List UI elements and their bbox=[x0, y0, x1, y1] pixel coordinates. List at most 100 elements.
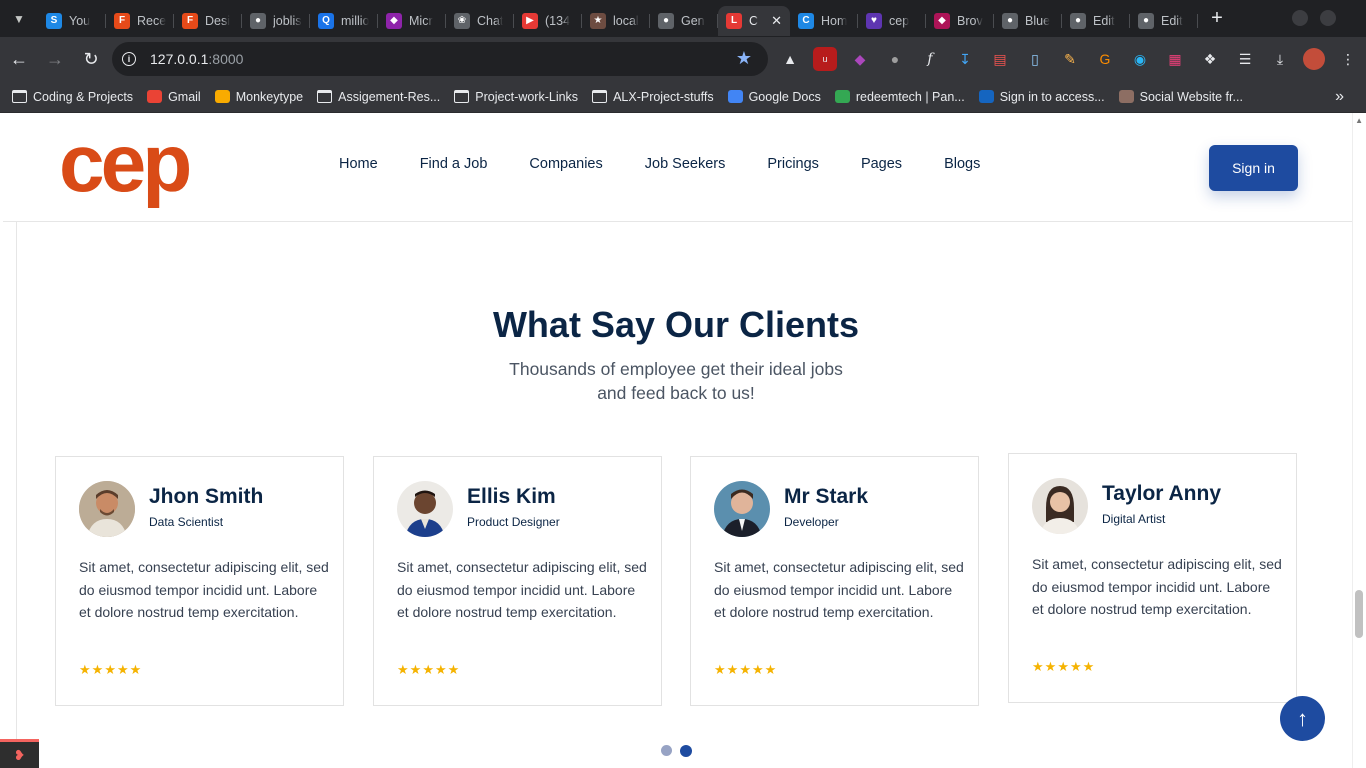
avatar bbox=[397, 481, 453, 537]
browser-tab[interactable]: ● Blue bbox=[994, 6, 1062, 36]
tab-favicon-icon: L bbox=[726, 12, 742, 29]
star-rating: ★ ★ ★ ★ ★ bbox=[79, 662, 141, 678]
bookmark-item[interactable]: Coding & Projects bbox=[12, 90, 133, 104]
browser-tab[interactable]: ♥ cep bbox=[858, 6, 926, 36]
browser-tab[interactable]: F Rece bbox=[106, 6, 174, 36]
avatar bbox=[1032, 478, 1088, 534]
media-queue-icon[interactable]: ☰ bbox=[1233, 47, 1257, 71]
bookmark-item[interactable]: Gmail bbox=[147, 90, 201, 104]
browser-tab[interactable]: ▶ (134 bbox=[514, 6, 582, 36]
reload-icon[interactable]: ↻ bbox=[74, 42, 108, 76]
bookmark-item[interactable]: ALX-Project-stuffs bbox=[592, 90, 714, 104]
extensions-row: ▲ u ◆ ● f ↧ ▤ ▯ ✎ G ◉ ▦ ❖ ☰ ⤓ ⋮ bbox=[778, 37, 1360, 81]
extension-triangle-icon[interactable]: ▲ bbox=[778, 47, 802, 71]
browser-tab[interactable]: ❀ Chat bbox=[446, 6, 514, 36]
site-info-icon[interactable]: i bbox=[122, 52, 136, 66]
bookmark-item[interactable]: redeemtech | Pan... bbox=[834, 89, 965, 104]
testimonial-card: Ellis Kim Product Designer Sit amet, con… bbox=[373, 456, 662, 706]
tab-favicon-icon: S bbox=[46, 12, 62, 29]
sign-in-button[interactable]: Sign in bbox=[1209, 145, 1298, 191]
tabs-list: S You F Rece F Desi ● joblis Qmillio ◆ Micr ❀ Chat ▶ (… bbox=[38, 0, 1198, 37]
window-controls bbox=[1292, 10, 1336, 26]
bookmark-item[interactable]: Project-work-Links bbox=[454, 90, 578, 104]
browser-tab-active[interactable]: L C ✕ bbox=[718, 5, 790, 36]
extension-pen-icon[interactable]: ✎ bbox=[1058, 47, 1082, 71]
extension-purple-icon[interactable]: ◆ bbox=[848, 47, 872, 71]
testimonial-text: Sit amet, consectetur adipiscing elit, s… bbox=[714, 559, 964, 620]
nav-home[interactable]: Home bbox=[339, 156, 378, 172]
scroll-to-top-button[interactable]: ↑ bbox=[1280, 696, 1325, 741]
testimonial-text: Sit amet, consectetur adipiscing elit, s… bbox=[1032, 556, 1282, 617]
back-arrow-icon[interactable]: ← bbox=[2, 42, 36, 76]
extension-ublock-icon[interactable]: u bbox=[813, 47, 837, 71]
extension-g-icon[interactable]: G bbox=[1093, 47, 1117, 71]
address-bar[interactable]: i 127.0.0.1:8000 ★ bbox=[112, 42, 768, 76]
browser-tab[interactable]: ◆ Brov bbox=[926, 6, 994, 36]
browser-tab[interactable]: ◆ Micr bbox=[378, 6, 446, 36]
nav-pages[interactable]: Pages bbox=[861, 156, 902, 172]
browser-tab[interactable]: Qmillio bbox=[310, 6, 378, 36]
bookmark-label: redeemtech | Pan... bbox=[855, 89, 965, 104]
scroll-up-arrow-icon[interactable]: ▲ bbox=[1355, 116, 1363, 125]
star-icon: ★ bbox=[409, 662, 422, 677]
scrollbar-thumb[interactable] bbox=[1355, 590, 1363, 638]
folder-icon bbox=[12, 90, 27, 103]
nav-blogs[interactable]: Blogs bbox=[944, 156, 980, 172]
client-name: Ellis Kim bbox=[467, 485, 556, 508]
maximize-button[interactable] bbox=[1320, 10, 1336, 26]
extension-book-icon[interactable]: ▤ bbox=[988, 47, 1012, 71]
tab-title: Edit bbox=[1161, 13, 1183, 28]
tab-title: Hom bbox=[821, 13, 848, 28]
bookmark-star-icon[interactable]: ★ bbox=[736, 48, 752, 69]
nav-job-seekers[interactable]: Job Seekers bbox=[645, 156, 726, 172]
tab-favicon-icon: ▶ bbox=[522, 12, 538, 29]
extension-download-blue-icon[interactable]: ↧ bbox=[953, 47, 977, 71]
bookmark-item[interactable]: Sign in to access... bbox=[978, 90, 1105, 104]
browser-tab[interactable]: ● joblis bbox=[242, 6, 310, 36]
bookmark-item[interactable]: Assigement-Res... bbox=[317, 90, 440, 104]
browser-tab[interactable]: S You bbox=[38, 6, 106, 36]
star-icon: ★ bbox=[116, 662, 129, 677]
star-icon: ★ bbox=[1032, 659, 1044, 674]
page-scrollbar[interactable]: ▲ bbox=[1352, 113, 1366, 768]
carousel-dot-2[interactable] bbox=[680, 745, 692, 757]
extensions-puzzle-icon[interactable]: ❖ bbox=[1198, 47, 1222, 71]
bookmark-item[interactable]: Monkeytype bbox=[214, 90, 303, 104]
minimize-button[interactable] bbox=[1292, 10, 1308, 26]
url-host: 127.0.0.1 bbox=[150, 51, 209, 67]
extension-circle-icon[interactable]: ◉ bbox=[1128, 47, 1152, 71]
site-logo[interactable]: cep bbox=[59, 119, 192, 209]
tab-close-icon[interactable]: ✕ bbox=[771, 13, 782, 29]
browser-menu-icon[interactable]: ⋮ bbox=[1336, 47, 1360, 71]
nav-companies[interactable]: Companies bbox=[529, 156, 602, 172]
tab-search-chevron-icon[interactable]: ▼ bbox=[0, 0, 38, 37]
forward-arrow-icon[interactable]: → bbox=[38, 42, 72, 76]
bookmarks-overflow-icon[interactable]: » bbox=[1335, 88, 1344, 106]
profile-avatar[interactable] bbox=[1303, 48, 1325, 70]
new-tab-button[interactable]: + bbox=[1202, 4, 1232, 34]
extension-grid-icon[interactable]: ▦ bbox=[1163, 47, 1187, 71]
bookmark-item[interactable]: Social Website fr... bbox=[1118, 90, 1243, 104]
extension-bug-icon[interactable]: ● bbox=[883, 47, 907, 71]
extension-docs-icon[interactable]: ▯ bbox=[1023, 47, 1047, 71]
site-favicon-icon bbox=[727, 90, 743, 103]
extension-font-icon[interactable]: f bbox=[918, 47, 942, 71]
carousel-pagination bbox=[661, 745, 692, 757]
browser-tab[interactable]: ● Edit bbox=[1130, 6, 1198, 36]
browser-tab[interactable]: F Desi bbox=[174, 6, 242, 36]
laravel-debugbar-icon[interactable]: ❥ bbox=[0, 739, 39, 768]
browser-tab[interactable]: C Hom bbox=[790, 6, 858, 36]
site-favicon-icon bbox=[214, 90, 230, 103]
nav-pricings[interactable]: Pricings bbox=[767, 156, 819, 172]
downloads-icon[interactable]: ⤓ bbox=[1268, 47, 1292, 71]
star-icon: ★ bbox=[751, 662, 764, 677]
nav-find-a-job[interactable]: Find a Job bbox=[420, 156, 488, 172]
carousel-dot-1[interactable] bbox=[661, 745, 672, 756]
tab-title: Brov bbox=[957, 13, 983, 28]
testimonial-text: Sit amet, consectetur adipiscing elit, s… bbox=[397, 559, 647, 620]
browser-tab[interactable]: ★ local bbox=[582, 6, 650, 36]
star-icon: ★ bbox=[714, 662, 726, 677]
browser-tab[interactable]: ● Gen bbox=[650, 6, 718, 36]
browser-tab[interactable]: ● Edit bbox=[1062, 6, 1130, 36]
bookmark-item[interactable]: Google Docs bbox=[727, 90, 821, 104]
